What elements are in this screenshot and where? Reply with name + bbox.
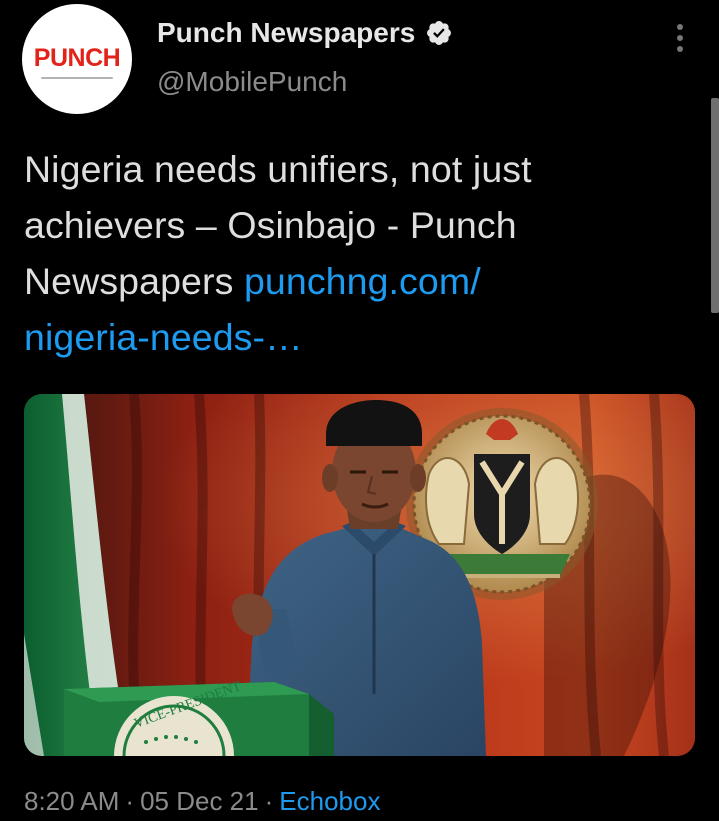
more-dot [677,46,683,52]
account-name-row[interactable]: Punch Newspapers [157,17,453,49]
media-photo: VICE-PRESIDENT [24,394,695,756]
tweet-text-line: Newspapers punchng.com/ [24,253,684,309]
account-avatar[interactable]: PUNCH [22,4,132,114]
account-handle[interactable]: @MobilePunch [157,66,347,98]
tweet-date[interactable]: 05 Dec 21 [140,786,259,816]
logo-tagline-line [41,76,113,79]
tweet-source-link[interactable]: Echobox [279,786,380,816]
more-options-icon[interactable] [668,20,692,56]
tweet-text-line: Nigeria needs unifiers, not just [24,148,532,190]
meta-separator: · [264,786,274,816]
tweet-link-continued[interactable]: nigeria-needs-… [24,309,684,365]
tweet-link[interactable]: punchng.com/ [244,260,481,302]
more-dot [677,35,683,41]
tweet-media-image[interactable]: VICE-PRESIDENT [24,394,695,756]
tweet-meta: 8:20 AM · 05 Dec 21 · Echobox [24,786,380,817]
punch-logo: PUNCH [33,43,121,72]
verified-badge-icon [427,21,452,45]
scrollbar-thumb[interactable] [711,98,719,313]
tweet-text-segment: Newspapers [24,260,244,302]
tweet-text-line: achievers – Osinbajo - Punch [24,204,517,246]
tweet-time[interactable]: 8:20 AM [24,786,119,816]
tweet-text: Nigeria needs unifiers, not just achieve… [24,141,684,365]
more-dot [677,24,683,30]
meta-separator: · [125,786,135,816]
account-name[interactable]: Punch Newspapers [157,17,415,49]
